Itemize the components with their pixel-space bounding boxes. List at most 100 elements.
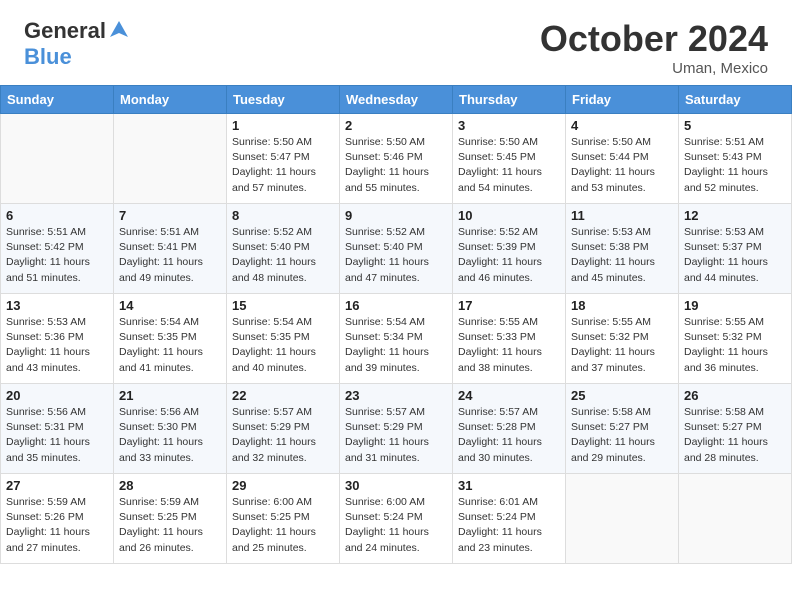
weekday-monday: Monday xyxy=(114,86,227,114)
day-cell: 21Sunrise: 5:56 AMSunset: 5:30 PMDayligh… xyxy=(114,384,227,474)
location: Uman, Mexico xyxy=(540,60,768,77)
day-info: Sunrise: 5:55 AMSunset: 5:32 PMDaylight:… xyxy=(684,315,786,376)
day-cell: 3Sunrise: 5:50 AMSunset: 5:45 PMDaylight… xyxy=(453,114,566,204)
day-cell: 8 Sunrise: 5:52 AMSunset: 5:40 PMDaylight… xyxy=(227,204,340,294)
weekday-thursday: Thursday xyxy=(453,86,566,114)
day-number: 15 xyxy=(232,298,334,313)
day-info: Sunrise: 5:59 AMSunset: 5:25 PMDaylight:… xyxy=(119,495,221,556)
calendar-body: 1Sunrise: 5:50 AMSunset: 5:47 PMDaylight… xyxy=(1,114,792,564)
day-number: 28 xyxy=(119,478,221,493)
day-number: 18 xyxy=(571,298,673,313)
day-cell: 24 Sunrise: 5:57 AMSunset: 5:28 PMDayligh… xyxy=(453,384,566,474)
logo-icon xyxy=(108,19,130,41)
weekday-wednesday: Wednesday xyxy=(340,86,453,114)
day-number: 5 xyxy=(684,118,786,133)
day-info: Sunrise: 5:57 AMSunset: 5:28 PMDaylight:… xyxy=(458,405,560,466)
day-info: Sunrise: 5:51 AMSunset: 5:43 PMDaylight:… xyxy=(684,135,786,196)
day-cell: 20 Sunrise: 5:56 AMSunset: 5:31 PMDayligh… xyxy=(1,384,114,474)
day-cell: 9 Sunrise: 5:52 AMSunset: 5:40 PMDaylight… xyxy=(340,204,453,294)
day-number: 27 xyxy=(6,478,108,493)
day-info: Sunrise: 6:00 AMSunset: 5:25 PMDaylight:… xyxy=(232,495,334,556)
day-info: Sunrise: 5:59 AMSunset: 5:26 PMDaylight:… xyxy=(6,495,108,556)
day-cell xyxy=(1,114,114,204)
day-cell xyxy=(679,474,792,564)
day-cell xyxy=(566,474,679,564)
day-info: Sunrise: 6:00 AMSunset: 5:24 PMDaylight:… xyxy=(345,495,447,556)
day-info: Sunrise: 5:58 AMSunset: 5:27 PMDaylight:… xyxy=(571,405,673,466)
day-info: Sunrise: 5:55 AMSunset: 5:33 PMDaylight:… xyxy=(458,315,560,376)
weekday-sunday: Sunday xyxy=(1,86,114,114)
day-number: 31 xyxy=(458,478,560,493)
day-cell: 25Sunrise: 5:58 AMSunset: 5:27 PMDayligh… xyxy=(566,384,679,474)
day-cell: 12 Sunrise: 5:53 AMSunset: 5:37 PMDayligh… xyxy=(679,204,792,294)
weekday-tuesday: Tuesday xyxy=(227,86,340,114)
day-number: 16 xyxy=(345,298,447,313)
day-cell: 1Sunrise: 5:50 AMSunset: 5:47 PMDaylight… xyxy=(227,114,340,204)
day-cell: 2Sunrise: 5:50 AMSunset: 5:46 PMDaylight… xyxy=(340,114,453,204)
day-cell: 7 Sunrise: 5:51 AMSunset: 5:41 PMDaylight… xyxy=(114,204,227,294)
week-row-1: 1Sunrise: 5:50 AMSunset: 5:47 PMDaylight… xyxy=(1,114,792,204)
day-cell: 30 Sunrise: 6:00 AMSunset: 5:24 PMDayligh… xyxy=(340,474,453,564)
weekday-friday: Friday xyxy=(566,86,679,114)
week-row-5: 27 Sunrise: 5:59 AMSunset: 5:26 PMDayligh… xyxy=(1,474,792,564)
day-number: 30 xyxy=(345,478,447,493)
day-number: 11 xyxy=(571,208,673,223)
day-info: Sunrise: 5:54 AMSunset: 5:34 PMDaylight:… xyxy=(345,315,447,376)
day-number: 24 xyxy=(458,388,560,403)
day-info: Sunrise: 5:53 AMSunset: 5:37 PMDaylight:… xyxy=(684,225,786,286)
day-cell: 22Sunrise: 5:57 AMSunset: 5:29 PMDayligh… xyxy=(227,384,340,474)
day-number: 7 xyxy=(119,208,221,223)
day-cell: 15 Sunrise: 5:54 AMSunset: 5:35 PMDayligh… xyxy=(227,294,340,384)
day-info: Sunrise: 5:55 AMSunset: 5:32 PMDaylight:… xyxy=(571,315,673,376)
day-info: Sunrise: 5:54 AMSunset: 5:35 PMDaylight:… xyxy=(232,315,334,376)
day-number: 22 xyxy=(232,388,334,403)
day-cell: 10Sunrise: 5:52 AMSunset: 5:39 PMDayligh… xyxy=(453,204,566,294)
logo-blue: Blue xyxy=(24,44,72,69)
page-header: General Blue October 2024 Uman, Mexico xyxy=(0,0,792,85)
day-cell: 13 Sunrise: 5:53 AMSunset: 5:36 PMDayligh… xyxy=(1,294,114,384)
day-info: Sunrise: 5:52 AMSunset: 5:40 PMDaylight:… xyxy=(345,225,447,286)
day-cell: 18 Sunrise: 5:55 AMSunset: 5:32 PMDayligh… xyxy=(566,294,679,384)
day-number: 12 xyxy=(684,208,786,223)
day-info: Sunrise: 5:50 AMSunset: 5:46 PMDaylight:… xyxy=(345,135,447,196)
day-cell: 11 Sunrise: 5:53 AMSunset: 5:38 PMDayligh… xyxy=(566,204,679,294)
day-cell: 23 Sunrise: 5:57 AMSunset: 5:29 PMDayligh… xyxy=(340,384,453,474)
day-cell xyxy=(114,114,227,204)
day-info: Sunrise: 5:52 AMSunset: 5:40 PMDaylight:… xyxy=(232,225,334,286)
day-number: 26 xyxy=(684,388,786,403)
week-row-2: 6 Sunrise: 5:51 AMSunset: 5:42 PMDaylight… xyxy=(1,204,792,294)
day-info: Sunrise: 5:53 AMSunset: 5:38 PMDaylight:… xyxy=(571,225,673,286)
week-row-3: 13 Sunrise: 5:53 AMSunset: 5:36 PMDayligh… xyxy=(1,294,792,384)
day-info: Sunrise: 5:53 AMSunset: 5:36 PMDaylight:… xyxy=(6,315,108,376)
day-number: 20 xyxy=(6,388,108,403)
weekday-header-row: SundayMondayTuesdayWednesdayThursdayFrid… xyxy=(1,86,792,114)
logo: General Blue xyxy=(24,18,130,70)
day-number: 4 xyxy=(571,118,673,133)
day-cell: 29 Sunrise: 6:00 AMSunset: 5:25 PMDayligh… xyxy=(227,474,340,564)
day-info: Sunrise: 5:50 AMSunset: 5:44 PMDaylight:… xyxy=(571,135,673,196)
day-number: 13 xyxy=(6,298,108,313)
day-number: 6 xyxy=(6,208,108,223)
day-number: 21 xyxy=(119,388,221,403)
day-info: Sunrise: 5:51 AMSunset: 5:42 PMDaylight:… xyxy=(6,225,108,286)
day-info: Sunrise: 5:57 AMSunset: 5:29 PMDaylight:… xyxy=(345,405,447,466)
day-number: 8 xyxy=(232,208,334,223)
day-info: Sunrise: 5:54 AMSunset: 5:35 PMDaylight:… xyxy=(119,315,221,376)
month-title: October 2024 xyxy=(540,18,768,60)
day-cell: 4 Sunrise: 5:50 AMSunset: 5:44 PMDaylight… xyxy=(566,114,679,204)
day-info: Sunrise: 5:51 AMSunset: 5:41 PMDaylight:… xyxy=(119,225,221,286)
weekday-saturday: Saturday xyxy=(679,86,792,114)
day-info: Sunrise: 5:50 AMSunset: 5:47 PMDaylight:… xyxy=(232,135,334,196)
day-number: 29 xyxy=(232,478,334,493)
day-number: 17 xyxy=(458,298,560,313)
day-cell: 31Sunrise: 6:01 AMSunset: 5:24 PMDayligh… xyxy=(453,474,566,564)
day-info: Sunrise: 5:56 AMSunset: 5:31 PMDaylight:… xyxy=(6,405,108,466)
calendar-table: SundayMondayTuesdayWednesdayThursdayFrid… xyxy=(0,85,792,564)
day-cell: 17 Sunrise: 5:55 AMSunset: 5:33 PMDayligh… xyxy=(453,294,566,384)
day-number: 9 xyxy=(345,208,447,223)
day-number: 3 xyxy=(458,118,560,133)
day-cell: 28 Sunrise: 5:59 AMSunset: 5:25 PMDayligh… xyxy=(114,474,227,564)
day-cell: 19Sunrise: 5:55 AMSunset: 5:32 PMDayligh… xyxy=(679,294,792,384)
day-info: Sunrise: 5:52 AMSunset: 5:39 PMDaylight:… xyxy=(458,225,560,286)
day-number: 23 xyxy=(345,388,447,403)
